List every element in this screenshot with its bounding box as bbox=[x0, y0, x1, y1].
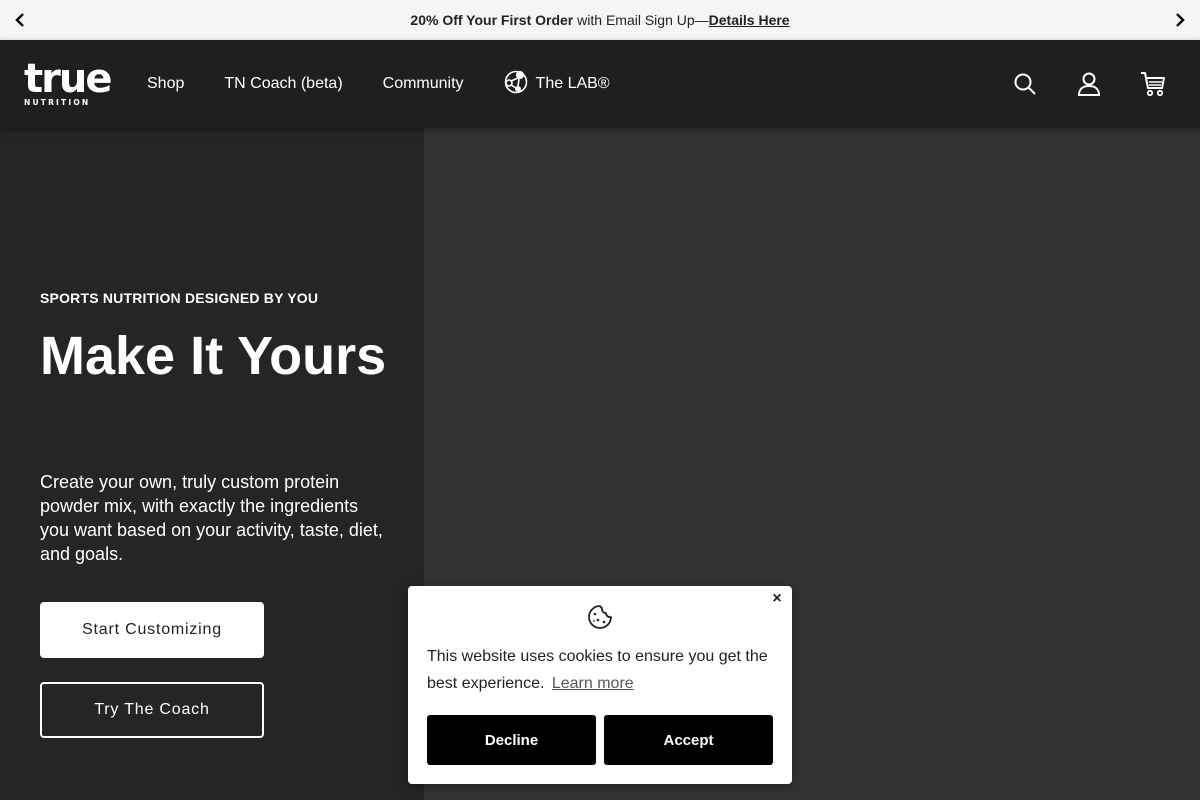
nav-shop[interactable]: Shop bbox=[147, 75, 184, 93]
cart-icon[interactable] bbox=[1140, 71, 1166, 97]
chevron-left-icon[interactable] bbox=[0, 0, 40, 40]
main-nav: Shop TN Coach (beta) Community The LAB® bbox=[147, 40, 610, 128]
nav-the-lab-label: The LAB® bbox=[535, 75, 610, 92]
cookie-banner: × This website uses cookies to ensure yo… bbox=[408, 586, 792, 784]
hero-panel: SPORTS NUTRITION DESIGNED BY YOU Make It… bbox=[0, 128, 424, 800]
close-icon[interactable]: × bbox=[770, 591, 784, 607]
molecule-icon bbox=[504, 69, 528, 100]
chevron-right-icon[interactable] bbox=[1160, 0, 1200, 40]
start-customizing-button[interactable]: Start Customizing bbox=[40, 602, 264, 658]
try-the-coach-button[interactable]: Try The Coach bbox=[40, 682, 264, 738]
announcement-bold-text: 20% Off Your First Order bbox=[410, 12, 574, 28]
header-actions bbox=[1012, 40, 1166, 128]
details-link[interactable]: Details Here bbox=[709, 12, 790, 28]
announcement-text: 20% Off Your First Order with Email Sign… bbox=[410, 12, 789, 28]
logo[interactable]: true NUTRITION bbox=[24, 56, 112, 107]
hero-description: Create your own, truly custom protein po… bbox=[40, 472, 383, 564]
site-header: true NUTRITION Shop TN Coach (beta) Comm… bbox=[0, 40, 1200, 128]
decline-button[interactable]: Decline bbox=[427, 715, 596, 765]
announcement-bar: 20% Off Your First Order with Email Sign… bbox=[0, 0, 1200, 40]
cookie-icon bbox=[587, 604, 613, 630]
account-icon[interactable] bbox=[1076, 71, 1102, 97]
nav-tn-coach[interactable]: TN Coach (beta) bbox=[224, 75, 342, 93]
accept-button[interactable]: Accept bbox=[604, 715, 773, 765]
nav-the-lab[interactable]: The LAB® bbox=[504, 69, 610, 100]
logo-word: true bbox=[24, 56, 112, 102]
nav-community[interactable]: Community bbox=[383, 75, 464, 93]
hero-eyebrow: SPORTS NUTRITION DESIGNED BY YOU bbox=[40, 290, 319, 306]
learn-more-link[interactable]: Learn more bbox=[552, 675, 634, 692]
announcement-plain-text: with Email Sign Up— bbox=[573, 12, 709, 28]
cookie-message: This website uses cookies to ensure you … bbox=[427, 643, 777, 697]
search-icon[interactable] bbox=[1012, 71, 1038, 97]
hero-headline: Make It Yours bbox=[40, 326, 387, 386]
